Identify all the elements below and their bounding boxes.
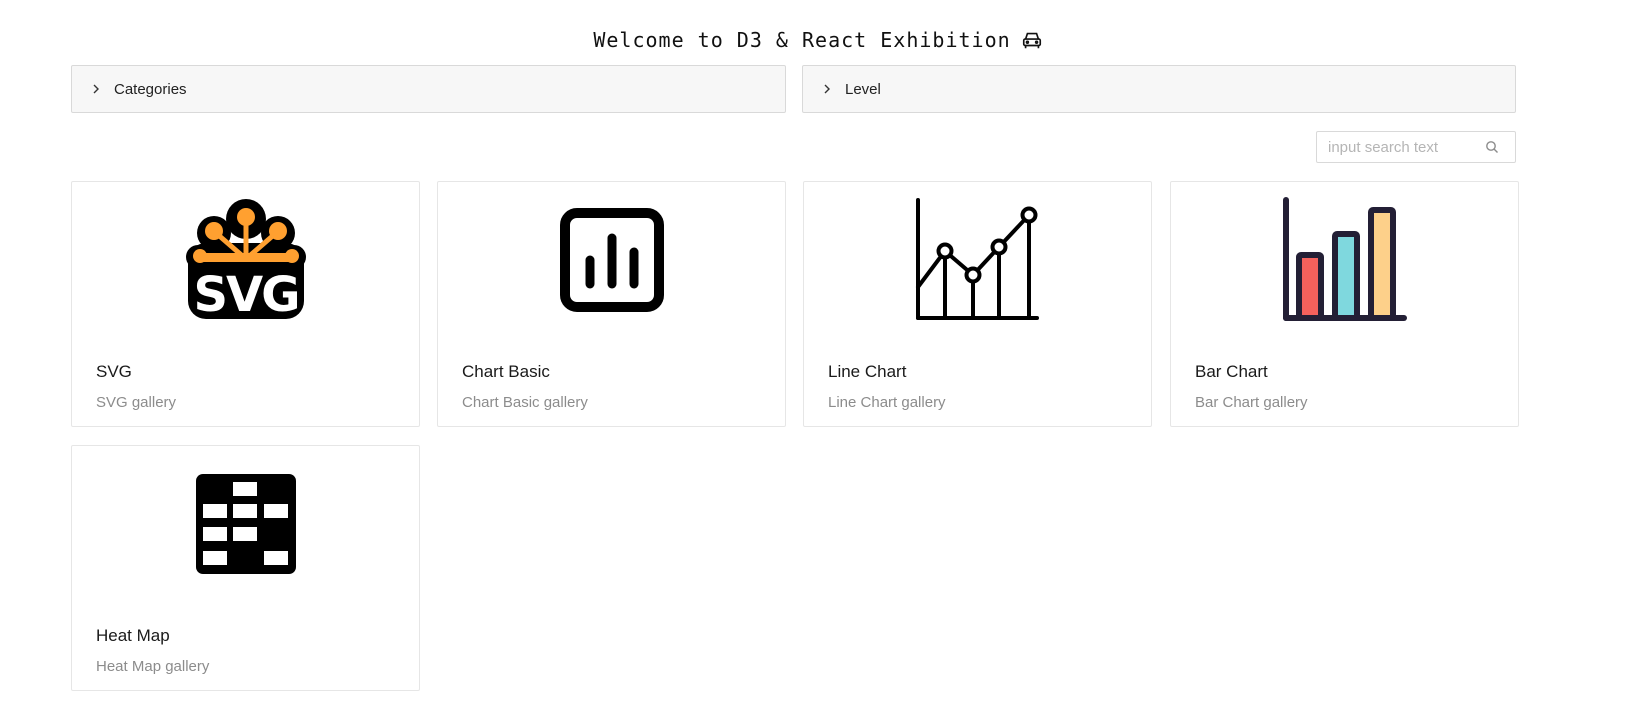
card-title: Heat Map [96,626,170,645]
page-title-text: Welcome to D3 & React Exhibition [593,28,1011,52]
bar-chart-icon [1282,197,1407,321]
card-description: Chart Basic gallery [462,394,588,411]
card-svg[interactable]: SVG SVG SVG gallery [71,181,420,427]
level-collapse[interactable]: Level [802,65,1516,113]
search-input[interactable] [1317,132,1481,162]
card-description: SVG gallery [96,394,177,411]
categories-label: Categories [114,80,187,98]
svg-logo-icon: SVG [185,199,306,321]
card-line-chart[interactable]: Line Chart Line Chart gallery [803,181,1152,427]
chevron-right-icon [93,84,99,94]
line-chart-icon [915,198,1039,320]
chevron-right-icon [824,84,830,94]
page-title: Welcome to D3 & React Exhibition [0,28,1636,52]
search-icon[interactable] [1485,140,1499,154]
car-icon [1022,32,1041,49]
card-chart-basic[interactable]: Chart Basic Chart Basic gallery [437,181,786,427]
card-title: SVG [96,362,132,381]
card-title: Chart Basic [462,362,550,381]
heat-map-icon [195,474,296,574]
card-title: Line Chart [828,362,907,381]
card-heat-map[interactable]: Heat Map Heat Map gallery [71,445,420,691]
chart-basic-icon [559,208,664,312]
card-description: Bar Chart gallery [1195,394,1308,411]
search-box [1316,131,1516,163]
card-description: Heat Map gallery [96,658,210,675]
card-title: Bar Chart [1195,362,1268,381]
card-bar-chart[interactable]: Bar Chart Bar Chart gallery [1170,181,1519,427]
card-description: Line Chart gallery [828,394,946,411]
svg-text:SVG: SVG [193,267,298,321]
level-label: Level [845,80,881,98]
categories-collapse[interactable]: Categories [71,65,786,113]
